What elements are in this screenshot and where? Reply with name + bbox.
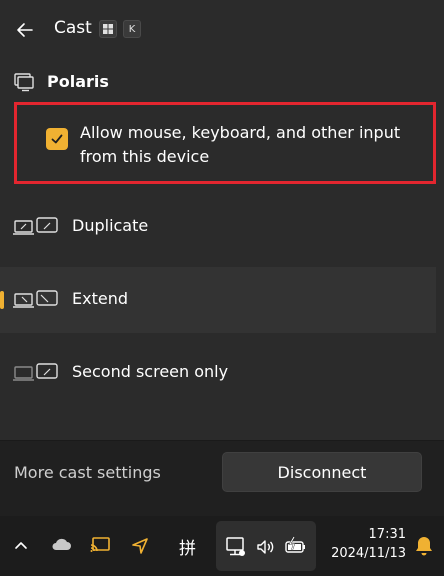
device-monitor-icon bbox=[13, 72, 35, 96]
cast-icon[interactable] bbox=[89, 536, 111, 558]
mode-second-screen-only-label: Second screen only bbox=[72, 362, 229, 381]
second-screen-only-icon bbox=[13, 362, 59, 388]
cast-header: Cast K bbox=[0, 0, 444, 60]
notification-bell-icon[interactable] bbox=[414, 535, 434, 561]
battery-charging-icon bbox=[284, 536, 308, 560]
device-row: Polaris bbox=[0, 64, 444, 100]
mode-extend-label: Extend bbox=[72, 289, 128, 308]
cloud-icon[interactable] bbox=[50, 536, 72, 558]
mode-extend[interactable]: Extend bbox=[0, 267, 436, 333]
network-icon bbox=[225, 536, 247, 562]
ime-indicator[interactable]: 拼 bbox=[179, 534, 196, 559]
extend-icon bbox=[13, 289, 59, 315]
volume-icon bbox=[255, 537, 275, 561]
mode-duplicate-label: Duplicate bbox=[72, 216, 149, 235]
allow-input-label[interactable]: Allow mouse, keyboard, and other input f… bbox=[80, 121, 420, 169]
quick-settings-group[interactable] bbox=[216, 521, 316, 571]
clock[interactable]: 17:31 2024/11/13 bbox=[322, 526, 406, 564]
cast-panel: Cast K Polaris Allow mouse, keyboard, an… bbox=[0, 0, 444, 501]
taskbar: 拼 17:31 2024/11/13 bbox=[0, 516, 444, 576]
checkmark-icon bbox=[51, 134, 63, 144]
selected-indicator bbox=[0, 291, 4, 309]
clock-date: 2024/11/13 bbox=[331, 546, 406, 561]
mode-second-screen-only[interactable]: Second screen only bbox=[0, 340, 436, 406]
mode-duplicate[interactable]: Duplicate bbox=[0, 194, 436, 260]
shortcut-key-k: K bbox=[123, 20, 141, 38]
allow-input-highlight: Allow mouse, keyboard, and other input f… bbox=[14, 102, 436, 184]
back-arrow-icon bbox=[17, 23, 33, 37]
device-name: Polaris bbox=[47, 72, 109, 91]
clock-time: 17:31 bbox=[368, 527, 406, 542]
back-button[interactable] bbox=[12, 17, 38, 43]
page-title: Cast bbox=[54, 18, 92, 38]
allow-input-checkbox[interactable] bbox=[46, 128, 68, 150]
location-icon[interactable] bbox=[130, 536, 150, 560]
duplicate-icon bbox=[13, 216, 59, 242]
cast-footer: More cast settings Disconnect bbox=[0, 440, 444, 501]
windows-key-icon bbox=[99, 20, 117, 38]
disconnect-button[interactable]: Disconnect bbox=[222, 452, 422, 492]
more-cast-settings-link[interactable]: More cast settings bbox=[14, 463, 161, 482]
show-hidden-icons-chevron-up-icon[interactable] bbox=[12, 536, 30, 558]
